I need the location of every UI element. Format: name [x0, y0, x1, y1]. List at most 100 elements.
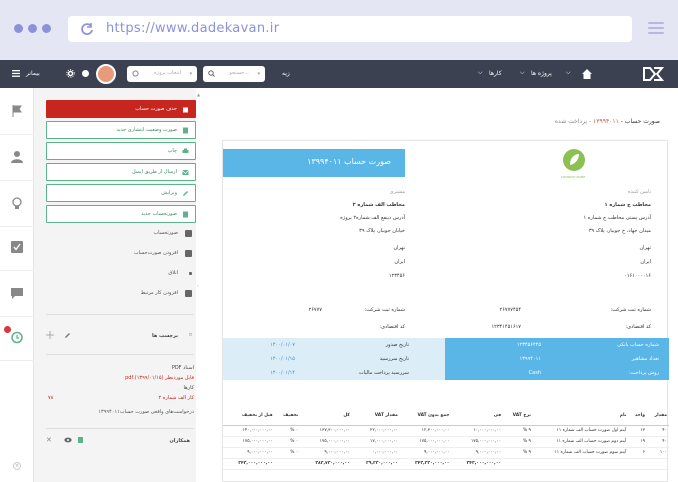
user-icon[interactable]	[10, 150, 24, 164]
col-unit: واحد	[628, 407, 647, 426]
cell: ۰ %	[274, 425, 301, 437]
projects-caret[interactable]: ⌵	[520, 69, 525, 77]
collaborator-close-icon[interactable]: ✕	[46, 436, 52, 444]
power-icon[interactable]	[81, 69, 90, 78]
user-avatar[interactable]	[96, 64, 116, 84]
new-progress-invoice-button[interactable]: صورت وضعیت انتشاری جدید	[46, 121, 196, 139]
search-box[interactable]: جستجو... ▾	[203, 66, 265, 82]
edit-label: ویرایش	[161, 190, 177, 196]
eye-icon[interactable]	[64, 437, 72, 443]
nav-tasks[interactable]: کارها	[489, 70, 502, 77]
buyer-line-5: ۱۲۳۴۵۶	[388, 273, 405, 279]
payment-method-row: روش پرداخت: Cash	[445, 366, 669, 380]
delete-invoice-button[interactable]: حذف صورت حساب	[46, 100, 196, 118]
seller-line-2: میدان جهاد، خ جوببار، پلاک ۳۹	[588, 228, 651, 234]
window-dot-minimize[interactable]	[28, 24, 37, 33]
tax-date-row: سررسید پرداخت مالیات ۱۴۰۰/۰۱/۱۴	[223, 366, 445, 380]
hamburger-menu-icon[interactable]	[648, 22, 664, 35]
total-cell	[274, 457, 301, 470]
quote-label: تعداد مشاهیر	[631, 356, 659, 362]
invoices-icon	[185, 230, 192, 237]
menu-add-invoice[interactable]: افزودن صورت‌حساب	[133, 250, 192, 257]
mail-icon	[182, 170, 189, 175]
home-icon[interactable]	[581, 68, 593, 80]
cell	[532, 425, 539, 437]
task-item-link[interactable]: کار الف شماره ۲	[159, 395, 195, 401]
cell: ۹ %	[503, 425, 533, 437]
cell: ۱۲,۳۰۰,۰۰۰,۰۰	[399, 425, 452, 437]
user-name[interactable]: بیمانر	[26, 70, 40, 77]
menu-add-related-task[interactable]: افزودن کار مرتبط	[141, 290, 192, 297]
nav-all[interactable]: زیه	[282, 70, 290, 77]
menu-invoices[interactable]: صورتحساب	[153, 230, 192, 237]
chat-icon[interactable]	[10, 286, 24, 300]
dk-logo-icon[interactable]	[642, 66, 664, 82]
print-button[interactable]: چاپ	[46, 142, 196, 160]
payment-method-value: Cash	[528, 370, 541, 376]
total-cell	[628, 457, 647, 470]
send-email-button[interactable]: ارسال از طریق ایمیل	[46, 163, 196, 181]
add-label-icon[interactable]	[46, 331, 54, 339]
home-dropdown-caret[interactable]: ⌵	[566, 69, 571, 77]
edit-button[interactable]: ویرایش	[46, 184, 196, 202]
grid-menu-icon[interactable]	[12, 70, 20, 77]
new-invoice-button[interactable]: صورتحساب جدید	[46, 205, 196, 223]
col-vat-rate: نرخ VAT	[503, 407, 533, 426]
requests-title[interactable]: درخواست‌های واقعی صورت حساب‌۱۳۹۹۴۰۱۱	[98, 409, 194, 415]
reload-icon[interactable]	[80, 22, 94, 36]
search-icon	[208, 70, 215, 77]
total-cell: ۳۹,۲۳۰,۰۰۰,۰۰	[351, 457, 400, 470]
menu-attach[interactable]: اتلاق	[168, 270, 192, 276]
col-spacer	[532, 407, 539, 426]
add-invoice-icon	[185, 250, 192, 257]
collaborators-title: همکاران	[169, 438, 190, 444]
seller-line-3: تهران	[639, 245, 651, 251]
lightbulb-icon[interactable]	[10, 196, 24, 210]
buyer-line-2: خیابان جوببار، پلاک ۳۹	[359, 228, 405, 234]
project-select[interactable]: انتخاب پروژه ▾	[127, 66, 197, 82]
tasks-title: کارها	[183, 385, 194, 391]
cell: ۱۳۷,۳۰۰,۰۰۰,۰۰	[300, 425, 352, 437]
window-dot-close[interactable]	[14, 24, 23, 33]
table-row: ۱۰۰ ۶ آیتم سوم صورت حساب الف شماره ۱۱ ۹ …	[223, 447, 669, 459]
menu-add-invoice-label: افزودن صورت‌حساب	[133, 250, 178, 256]
invoice-title: صورت حساب ۱۳۹۹۴۰۱۱	[307, 157, 391, 166]
checklist-icon[interactable]	[10, 240, 24, 254]
col-quantity: مقدار	[646, 407, 669, 426]
tasks-caret[interactable]: ⌵	[478, 69, 483, 77]
cell: ۰ %	[274, 447, 301, 459]
seller-label: تامین کننده	[627, 189, 651, 195]
url-text[interactable]: https://www.dadekavan.ir	[106, 21, 279, 36]
pdf-file-link[interactable]: فایل موردنظر (۱۳۹۹/۰۱/۱۵).pdf	[125, 375, 194, 381]
scroll-down-arrow-icon[interactable]: ›	[197, 283, 199, 288]
cell: ۲۲,۰۰۰,۰۰۰,۰۰	[351, 425, 400, 437]
search-input[interactable]: جستجو...	[229, 70, 249, 76]
edit-label-pencil-icon[interactable]	[64, 332, 71, 339]
seller-reg-label: شماره ثبت شرکت:	[610, 307, 651, 313]
issue-date-row: تاریخ صدور ۱۴۰۰/۰۱/۰۷	[223, 338, 445, 352]
nav-projects[interactable]: پروژه ها	[531, 70, 552, 77]
pencil-icon	[183, 191, 188, 196]
browser-chrome: https://www.dadekavan.ir	[0, 0, 678, 60]
address-bar[interactable]: https://www.dadekavan.ir	[68, 16, 632, 42]
window-dot-maximize[interactable]	[42, 24, 51, 33]
new-progress-invoice-label: صورت وضعیت انتشاری جدید	[116, 127, 177, 133]
alarm-clock-icon[interactable]	[10, 330, 24, 344]
company-name-text: COMPANY NAME	[560, 175, 586, 179]
total-cell: ۳۴۳,۲۳۰,۰۰۰,۰۰	[399, 457, 452, 470]
collapse-toggle[interactable]: ×	[13, 462, 21, 470]
flag-icon[interactable]	[10, 104, 24, 118]
cell: آیتم دوم صورت حساب الف شماره ۱۱	[538, 436, 629, 448]
gear-small-icon	[132, 70, 139, 77]
cell: ۱۴۰,۰۰۰,۰۰۰,۰۰	[223, 425, 275, 437]
alarm-badge	[4, 326, 11, 333]
seller-line-4: ایران	[640, 259, 651, 265]
tax-date-value: ۱۴۰۰/۰۱/۱۴	[270, 370, 295, 376]
settings-gear-icon[interactable]	[66, 69, 75, 78]
table-row: ۴۰ ۱۹ آیتم دوم صورت حساب الف شماره ۱۱ ۹ …	[223, 436, 669, 448]
buyer-eco-label: کد اقتصادی:	[379, 324, 405, 330]
scroll-up-arrow-icon[interactable]: ▲	[197, 92, 200, 97]
quote-value: ۱۳۹۹۴۰۱۱	[519, 356, 541, 362]
bank-account-value: ۱۲۳۴۵۶۲۴۵	[516, 342, 541, 348]
project-select-placeholder: انتخاب پروژه	[154, 70, 181, 76]
